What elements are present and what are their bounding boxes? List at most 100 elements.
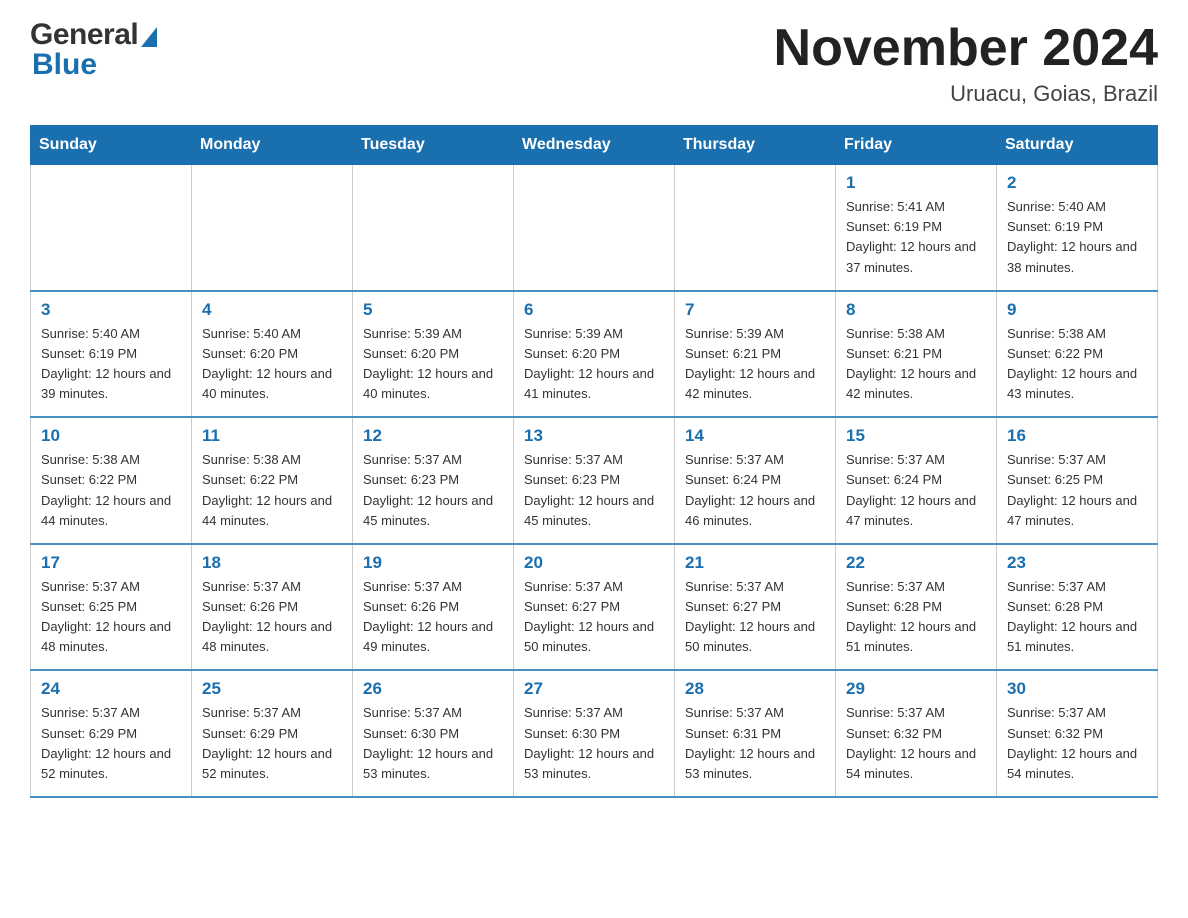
calendar-cell: 17 Sunrise: 5:37 AM Sunset: 6:25 PM Dayli… bbox=[31, 544, 192, 671]
logo-blue-text: Blue bbox=[32, 50, 97, 80]
calendar-cell: 18Sunrise: 5:37 AM Sunset: 6:26 PM Dayli… bbox=[192, 544, 353, 671]
day-info: Sunrise: 5:38 AM Sunset: 6:22 PM Dayligh… bbox=[1007, 324, 1147, 405]
day-number: 8 bbox=[846, 300, 986, 320]
calendar-cell: 8Sunrise: 5:38 AM Sunset: 6:21 PM Daylig… bbox=[836, 291, 997, 418]
day-info: Sunrise: 5:39 AM Sunset: 6:20 PM Dayligh… bbox=[524, 324, 664, 405]
day-number: 26 bbox=[363, 679, 503, 699]
day-info: Sunrise: 5:37 AM Sunset: 6:32 PM Dayligh… bbox=[846, 703, 986, 784]
calendar-cell: 29 Sunrise: 5:37 AM Sunset: 6:32 PM Dayli… bbox=[836, 670, 997, 797]
day-number: 23 bbox=[1007, 553, 1147, 573]
day-info: Sunrise: 5:37 AM Sunset: 6:23 PM Dayligh… bbox=[524, 450, 664, 531]
day-info: Sunrise: 5:37 AM Sunset: 6:30 PM Dayligh… bbox=[363, 703, 503, 784]
calendar-cell: 28Sunrise: 5:37 AM Sunset: 6:31 PM Dayli… bbox=[675, 670, 836, 797]
day-number: 15 bbox=[846, 426, 986, 446]
month-year-title: November 2024 bbox=[774, 20, 1158, 77]
day-info: Sunrise: 5:39 AM Sunset: 6:21 PM Dayligh… bbox=[685, 324, 825, 405]
day-info: Sunrise: 5:40 AM Sunset: 6:19 PM Dayligh… bbox=[41, 324, 181, 405]
day-number: 24 bbox=[41, 679, 181, 699]
calendar-week-row: 24 Sunrise: 5:37 AM Sunset: 6:29 PM Dayli… bbox=[31, 670, 1158, 797]
day-number: 16 bbox=[1007, 426, 1147, 446]
day-number: 17 bbox=[41, 553, 181, 573]
day-number: 1 bbox=[846, 173, 986, 193]
day-info: Sunrise: 5:37 AM Sunset: 6:25 PM Dayligh… bbox=[1007, 450, 1147, 531]
day-info: Sunrise: 5:37 AM Sunset: 6:28 PM Dayligh… bbox=[1007, 577, 1147, 658]
calendar-cell: 30 Sunrise: 5:37 AM Sunset: 6:32 PM Dayli… bbox=[997, 670, 1158, 797]
day-of-week-header: Saturday bbox=[997, 126, 1158, 165]
page-header: General Blue November 2024 Uruacu, Goias… bbox=[30, 20, 1158, 107]
calendar-week-row: 1 Sunrise: 5:41 AM Sunset: 6:19 PM Daylig… bbox=[31, 165, 1158, 291]
day-of-week-header: Friday bbox=[836, 126, 997, 165]
calendar-cell: 22 Sunrise: 5:37 AM Sunset: 6:28 PM Dayli… bbox=[836, 544, 997, 671]
calendar-cell: 6 Sunrise: 5:39 AM Sunset: 6:20 PM Daylig… bbox=[514, 291, 675, 418]
calendar-cell: 2 Sunrise: 5:40 AM Sunset: 6:19 PM Daylig… bbox=[997, 165, 1158, 291]
calendar-cell: 16 Sunrise: 5:37 AM Sunset: 6:25 PM Dayli… bbox=[997, 417, 1158, 544]
calendar-cell: 10 Sunrise: 5:38 AM Sunset: 6:22 PM Dayli… bbox=[31, 417, 192, 544]
calendar-cell: 23 Sunrise: 5:37 AM Sunset: 6:28 PM Dayli… bbox=[997, 544, 1158, 671]
day-number: 13 bbox=[524, 426, 664, 446]
logo-general-text: General bbox=[30, 20, 138, 50]
day-info: Sunrise: 5:37 AM Sunset: 6:24 PM Dayligh… bbox=[685, 450, 825, 531]
day-info: Sunrise: 5:38 AM Sunset: 6:22 PM Dayligh… bbox=[202, 450, 342, 531]
calendar-cell: 24 Sunrise: 5:37 AM Sunset: 6:29 PM Dayli… bbox=[31, 670, 192, 797]
day-number: 18 bbox=[202, 553, 342, 573]
day-number: 14 bbox=[685, 426, 825, 446]
day-number: 22 bbox=[846, 553, 986, 573]
day-number: 2 bbox=[1007, 173, 1147, 193]
day-number: 10 bbox=[41, 426, 181, 446]
title-block: November 2024 Uruacu, Goias, Brazil bbox=[774, 20, 1158, 107]
day-info: Sunrise: 5:37 AM Sunset: 6:24 PM Dayligh… bbox=[846, 450, 986, 531]
day-number: 5 bbox=[363, 300, 503, 320]
day-of-week-header: Sunday bbox=[31, 126, 192, 165]
day-number: 4 bbox=[202, 300, 342, 320]
calendar-cell: 11 Sunrise: 5:38 AM Sunset: 6:22 PM Dayli… bbox=[192, 417, 353, 544]
day-info: Sunrise: 5:40 AM Sunset: 6:19 PM Dayligh… bbox=[1007, 197, 1147, 278]
day-of-week-header: Wednesday bbox=[514, 126, 675, 165]
day-info: Sunrise: 5:37 AM Sunset: 6:27 PM Dayligh… bbox=[524, 577, 664, 658]
day-info: Sunrise: 5:37 AM Sunset: 6:26 PM Dayligh… bbox=[363, 577, 503, 658]
day-info: Sunrise: 5:38 AM Sunset: 6:22 PM Dayligh… bbox=[41, 450, 181, 531]
calendar-cell: 5 Sunrise: 5:39 AM Sunset: 6:20 PM Daylig… bbox=[353, 291, 514, 418]
day-number: 19 bbox=[363, 553, 503, 573]
calendar-cell bbox=[675, 165, 836, 291]
day-number: 30 bbox=[1007, 679, 1147, 699]
calendar-cell: 15 Sunrise: 5:37 AM Sunset: 6:24 PM Dayli… bbox=[836, 417, 997, 544]
day-of-week-header: Thursday bbox=[675, 126, 836, 165]
logo-triangle-icon bbox=[141, 27, 157, 47]
day-number: 12 bbox=[363, 426, 503, 446]
calendar-cell: 14 Sunrise: 5:37 AM Sunset: 6:24 PM Dayli… bbox=[675, 417, 836, 544]
day-number: 9 bbox=[1007, 300, 1147, 320]
calendar-cell: 4 Sunrise: 5:40 AM Sunset: 6:20 PM Daylig… bbox=[192, 291, 353, 418]
calendar-cell bbox=[353, 165, 514, 291]
day-info: Sunrise: 5:37 AM Sunset: 6:32 PM Dayligh… bbox=[1007, 703, 1147, 784]
day-of-week-header: Tuesday bbox=[353, 126, 514, 165]
calendar-cell: 26 Sunrise: 5:37 AM Sunset: 6:30 PM Dayli… bbox=[353, 670, 514, 797]
calendar-week-row: 17 Sunrise: 5:37 AM Sunset: 6:25 PM Dayli… bbox=[31, 544, 1158, 671]
day-number: 11 bbox=[202, 426, 342, 446]
day-info: Sunrise: 5:37 AM Sunset: 6:23 PM Dayligh… bbox=[363, 450, 503, 531]
calendar-week-row: 10 Sunrise: 5:38 AM Sunset: 6:22 PM Dayli… bbox=[31, 417, 1158, 544]
day-info: Sunrise: 5:41 AM Sunset: 6:19 PM Dayligh… bbox=[846, 197, 986, 278]
day-info: Sunrise: 5:40 AM Sunset: 6:20 PM Dayligh… bbox=[202, 324, 342, 405]
day-info: Sunrise: 5:37 AM Sunset: 6:25 PM Dayligh… bbox=[41, 577, 181, 658]
calendar-cell: 19 Sunrise: 5:37 AM Sunset: 6:26 PM Dayli… bbox=[353, 544, 514, 671]
calendar-body: 1 Sunrise: 5:41 AM Sunset: 6:19 PM Daylig… bbox=[31, 165, 1158, 797]
day-info: Sunrise: 5:37 AM Sunset: 6:27 PM Dayligh… bbox=[685, 577, 825, 658]
calendar-cell: 9 Sunrise: 5:38 AM Sunset: 6:22 PM Daylig… bbox=[997, 291, 1158, 418]
day-info: Sunrise: 5:37 AM Sunset: 6:29 PM Dayligh… bbox=[41, 703, 181, 784]
day-of-week-header: Monday bbox=[192, 126, 353, 165]
day-number: 29 bbox=[846, 679, 986, 699]
calendar-cell: 20Sunrise: 5:37 AM Sunset: 6:27 PM Dayli… bbox=[514, 544, 675, 671]
calendar-cell: 7Sunrise: 5:39 AM Sunset: 6:21 PM Daylig… bbox=[675, 291, 836, 418]
day-info: Sunrise: 5:37 AM Sunset: 6:28 PM Dayligh… bbox=[846, 577, 986, 658]
calendar-cell: 12 Sunrise: 5:37 AM Sunset: 6:23 PM Dayli… bbox=[353, 417, 514, 544]
location-subtitle: Uruacu, Goias, Brazil bbox=[774, 81, 1158, 107]
calendar-header-row: SundayMondayTuesdayWednesdayThursdayFrid… bbox=[31, 126, 1158, 165]
calendar-cell bbox=[31, 165, 192, 291]
calendar-cell bbox=[192, 165, 353, 291]
day-number: 3 bbox=[41, 300, 181, 320]
day-info: Sunrise: 5:39 AM Sunset: 6:20 PM Dayligh… bbox=[363, 324, 503, 405]
day-number: 25 bbox=[202, 679, 342, 699]
calendar-cell: 3 Sunrise: 5:40 AM Sunset: 6:19 PM Daylig… bbox=[31, 291, 192, 418]
day-number: 6 bbox=[524, 300, 664, 320]
day-info: Sunrise: 5:37 AM Sunset: 6:29 PM Dayligh… bbox=[202, 703, 342, 784]
